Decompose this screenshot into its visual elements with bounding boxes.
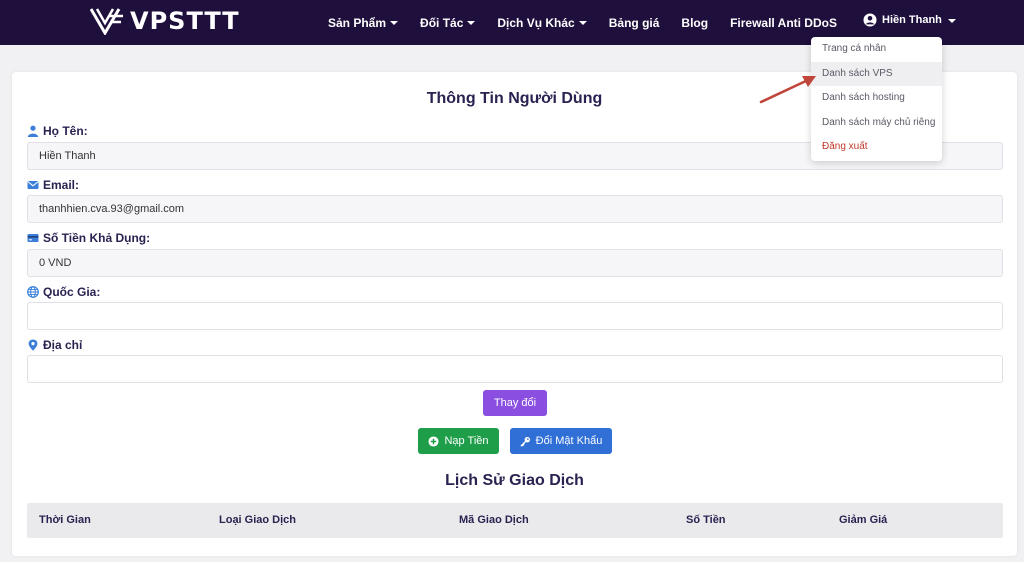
address-field[interactable] [27, 355, 1003, 383]
brand-logo[interactable]: VPSTTT [90, 6, 240, 36]
column-header[interactable]: Số Tiền [686, 503, 726, 538]
topup-button[interactable]: Nạp Tiền [418, 428, 499, 454]
nav-item-products[interactable]: Sản Phẩm [328, 16, 399, 30]
nav-item-partners[interactable]: Đối Tác [420, 16, 476, 30]
menu-item-vps-list[interactable]: Danh sách VPS [811, 61, 942, 87]
logo-v-icon [90, 8, 123, 35]
email-field[interactable]: thanhhien.cva.93@gmail.com [27, 195, 1003, 223]
column-header[interactable]: Loại Giao Dịch [219, 503, 296, 538]
user-menu-toggle[interactable]: Hiền Thanh [863, 13, 956, 27]
column-header[interactable]: Mã Giao Dịch [459, 503, 529, 538]
brand-name: VPSTTT [130, 7, 240, 35]
nav-item-pricing[interactable]: Bảng giá [609, 16, 660, 30]
caret-down-icon [578, 21, 587, 25]
user-name: Hiền Thanh [882, 14, 942, 26]
address-label: Địa chỉ [27, 338, 82, 352]
nav-item-blog[interactable]: Blog [681, 16, 708, 30]
globe-icon [27, 286, 39, 298]
menu-item-logout[interactable]: Đăng xuất [811, 135, 942, 160]
user-icon [27, 125, 39, 137]
map-pin-icon [28, 339, 38, 351]
email-label: Email: [27, 178, 79, 192]
credit-card-icon [27, 234, 39, 242]
plus-circle-icon [428, 435, 440, 447]
balance-field[interactable]: 0 VND [27, 249, 1003, 277]
caret-down-icon [947, 18, 956, 23]
key-icon [520, 436, 530, 447]
annotation-arrow-icon [759, 76, 816, 104]
envelope-icon [27, 181, 39, 189]
change-password-button[interactable]: Đổi Mật Khẩu [510, 428, 612, 454]
column-header[interactable]: Thời Gian [39, 503, 91, 538]
caret-down-icon [390, 21, 399, 25]
history-table-header: Thời Gian Loại Giao Dịch Mã Giao Dịch Số… [27, 503, 1003, 538]
user-circle-icon [863, 13, 877, 27]
change-button[interactable]: Thay đổi [483, 390, 547, 416]
name-label: Họ Tên: [27, 124, 88, 138]
menu-item-hosting-list[interactable]: Danh sách hosting [811, 86, 942, 111]
caret-down-icon [467, 21, 476, 25]
balance-label: Số Tiền Khả Dụng: [27, 231, 150, 245]
menu-item-dedicated-list[interactable]: Danh sách máy chủ riêng [811, 111, 942, 136]
history-title: Lịch Sử Giao Dịch [445, 472, 584, 489]
nav-item-firewall[interactable]: Firewall Anti DDoS [730, 16, 837, 30]
country-label: Quốc Gia: [27, 285, 100, 299]
nav-item-other-services[interactable]: Dịch Vụ Khác [497, 16, 587, 30]
main-nav: Sản Phẩm Đối Tác Dịch Vụ Khác Bảng giá B… [328, 0, 859, 45]
column-header[interactable]: Giảm Giá [839, 503, 887, 538]
country-field[interactable] [27, 302, 1003, 330]
menu-item-profile[interactable]: Trang cá nhân [811, 37, 942, 62]
user-dropdown-menu: Trang cá nhân Danh sách VPS Danh sách ho… [811, 37, 942, 161]
